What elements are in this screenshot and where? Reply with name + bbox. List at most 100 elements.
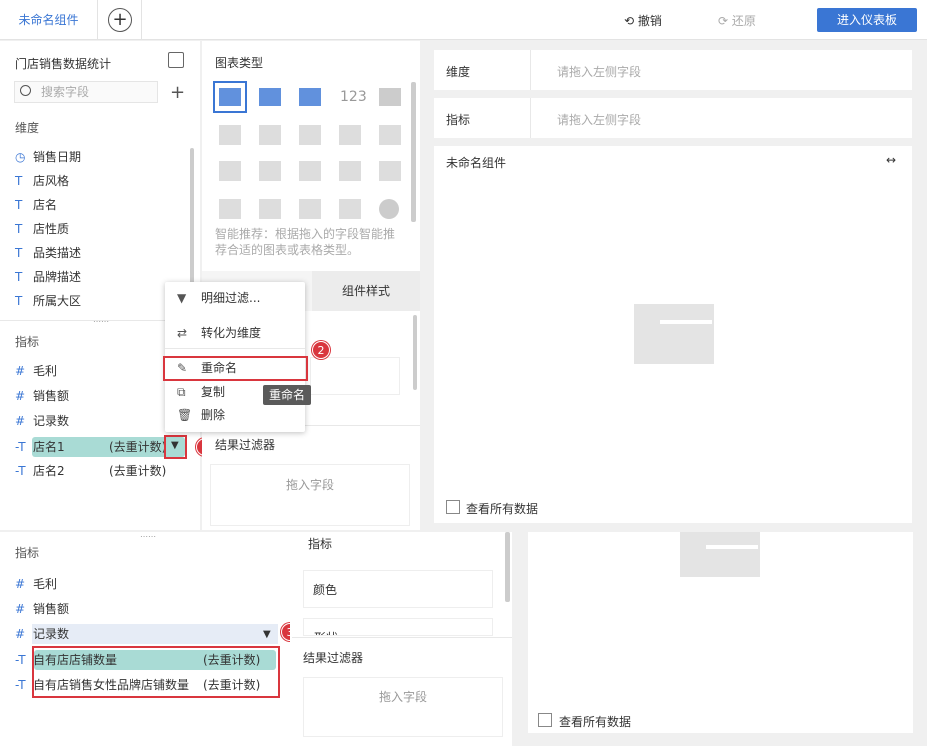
chart-type-icon[interactable] [259,125,281,145]
search-icon [20,85,31,96]
number-icon: # [15,627,26,641]
redo-button[interactable]: ⟳ 还原 [718,12,756,29]
drop-zone-label: 拖入字段 [285,478,334,492]
field-item[interactable]: ◷ 销售日期 [15,147,81,167]
number-icon: # [15,602,26,616]
chart-type-icon[interactable] [259,199,281,219]
search-input[interactable]: 搜索字段 [14,81,158,103]
field-item[interactable]: # 毛利 [15,574,57,594]
field-label: 毛利 [33,577,58,591]
field-item[interactable]: T 店风格 [15,171,69,191]
metric-label: 指标 [446,113,471,127]
dataset-title: 门店销售数据统计 [15,57,112,71]
text-icon: T [15,246,23,260]
chart-type-icon[interactable] [219,125,241,145]
chart-type-icon[interactable] [299,199,321,219]
swap-icon: ⇄ [177,326,188,340]
field-item[interactable]: # 记录数 [15,411,69,431]
chart-type-icon[interactable] [379,125,401,145]
field-item[interactable]: # 销售额 [15,599,69,619]
field-label: 品牌描述 [33,270,82,284]
crosstab-icon[interactable] [259,88,281,106]
add-field-icon[interactable]: + [170,82,185,103]
redo-icon: ⟳ [718,14,732,28]
enter-dashboard-button[interactable]: 进入仪表板 [817,8,917,32]
chart-type-icon[interactable] [379,161,401,181]
metric-drop-row[interactable] [434,98,912,138]
field-item[interactable]: # 毛利 [15,361,57,381]
view-all-checkbox[interactable] [446,500,460,514]
field-item-selected[interactable]: -T 店名1 [15,437,65,457]
add-tab-button[interactable]: + [108,8,132,32]
field-label: 店风格 [33,174,70,188]
chart-type-icon[interactable] [339,199,361,219]
table-placeholder-lines [706,545,758,575]
chart-type-icon[interactable] [339,161,361,181]
expand-width-icon[interactable]: ↔ [886,153,896,167]
chart-type-icon[interactable] [299,161,321,181]
config-slot[interactable] [310,357,400,395]
switch-dataset-icon[interactable] [168,52,184,68]
field-item[interactable]: -T 店名2 [15,461,65,481]
grouptable-icon[interactable] [299,88,321,106]
field-label: 记录数 [33,414,70,428]
field-item[interactable]: T 所属大区 [15,291,81,311]
scrollbar[interactable] [505,532,510,602]
drag-handle-icon[interactable]: ⋯⋯ [93,317,109,326]
text-icon: T [15,294,23,308]
field-item[interactable]: T 店名 [15,195,57,215]
field-suffix: (去重计数) [109,464,167,478]
chart-type-icon[interactable] [259,161,281,181]
color-label: 颜色 [313,583,338,597]
chart-type-icon[interactable] [339,125,361,145]
tab-unnamed-component[interactable]: 未命名组件 [0,0,98,40]
rename-tooltip: 重命名 [263,385,312,405]
field-item[interactable]: T 品牌描述 [15,267,81,287]
detail-table-icon[interactable] [379,88,401,106]
field-label: 销售额 [33,602,70,616]
chart-type-icon[interactable] [219,161,241,181]
result-filter-title: 结果过滤器 [215,438,276,452]
number-card-icon[interactable]: 123 [340,89,367,105]
field-item[interactable]: # 记录数 [15,624,69,644]
field-label: 店名2 [33,464,65,478]
scrollbar[interactable] [413,315,417,390]
dropdown-arrow-icon[interactable]: ▼ [171,440,179,451]
menu-item-copy[interactable]: ⧉ 复制 [177,381,225,403]
dimension-placeholder: 请拖入左侧字段 [557,65,642,79]
copy-icon: ⧉ [177,385,186,399]
clock-icon: ◷ [15,150,26,164]
chart-type-icon[interactable] [299,125,321,145]
menu-item-label: 明细过滤... [201,291,261,305]
metric-placeholder: 请拖入左侧字段 [557,113,642,127]
scrollbar[interactable] [411,82,416,222]
dimension-drop-row[interactable] [434,50,912,90]
menu-item-delete[interactable]: 🗑 删除 [177,404,225,426]
pie-chart-icon[interactable] [379,199,399,219]
shape-slot[interactable]: 形状 [303,618,493,636]
undo-button[interactable]: ⟲ 撤销 [624,12,662,29]
chart-type-icon[interactable] [219,199,241,219]
tab-component-style[interactable]: 组件样式 [312,271,420,311]
top-bar: 未命名组件 + ⟲ 撤销 ⟳ 还原 进入仪表板 [0,0,927,40]
field-item[interactable]: # 销售额 [15,386,69,406]
view-all-checkbox[interactable] [538,713,552,727]
menu-item-detail-filter[interactable]: ▼ 明细过滤... [177,287,260,309]
filter-drop-zone[interactable]: 拖入字段 [210,464,410,526]
field-item[interactable]: T 品类描述 [15,243,81,263]
menu-item-label: 转化为维度 [201,326,262,340]
shape-label: 形状 [314,629,338,635]
number-icon: # [15,364,26,378]
field-label: 品类描述 [33,246,82,260]
bottom-filter-title: 结果过滤器 [303,651,364,665]
menu-item-convert-dimension[interactable]: ⇄ 转化为维度 [177,322,261,344]
field-label: 记录数 [33,627,70,641]
field-label: 销售额 [33,389,70,403]
calc-text-icon: -T [15,653,26,667]
view-all-label: 查看所有数据 [466,502,539,516]
drag-handle-icon[interactable]: ⋯⋯ [140,532,156,541]
field-item[interactable]: T 店性质 [15,219,69,239]
text-icon: T [15,270,23,284]
bottom-filter-drop-zone[interactable]: 拖入字段 [303,677,503,737]
dropdown-arrow-icon[interactable]: ▼ [263,629,271,640]
